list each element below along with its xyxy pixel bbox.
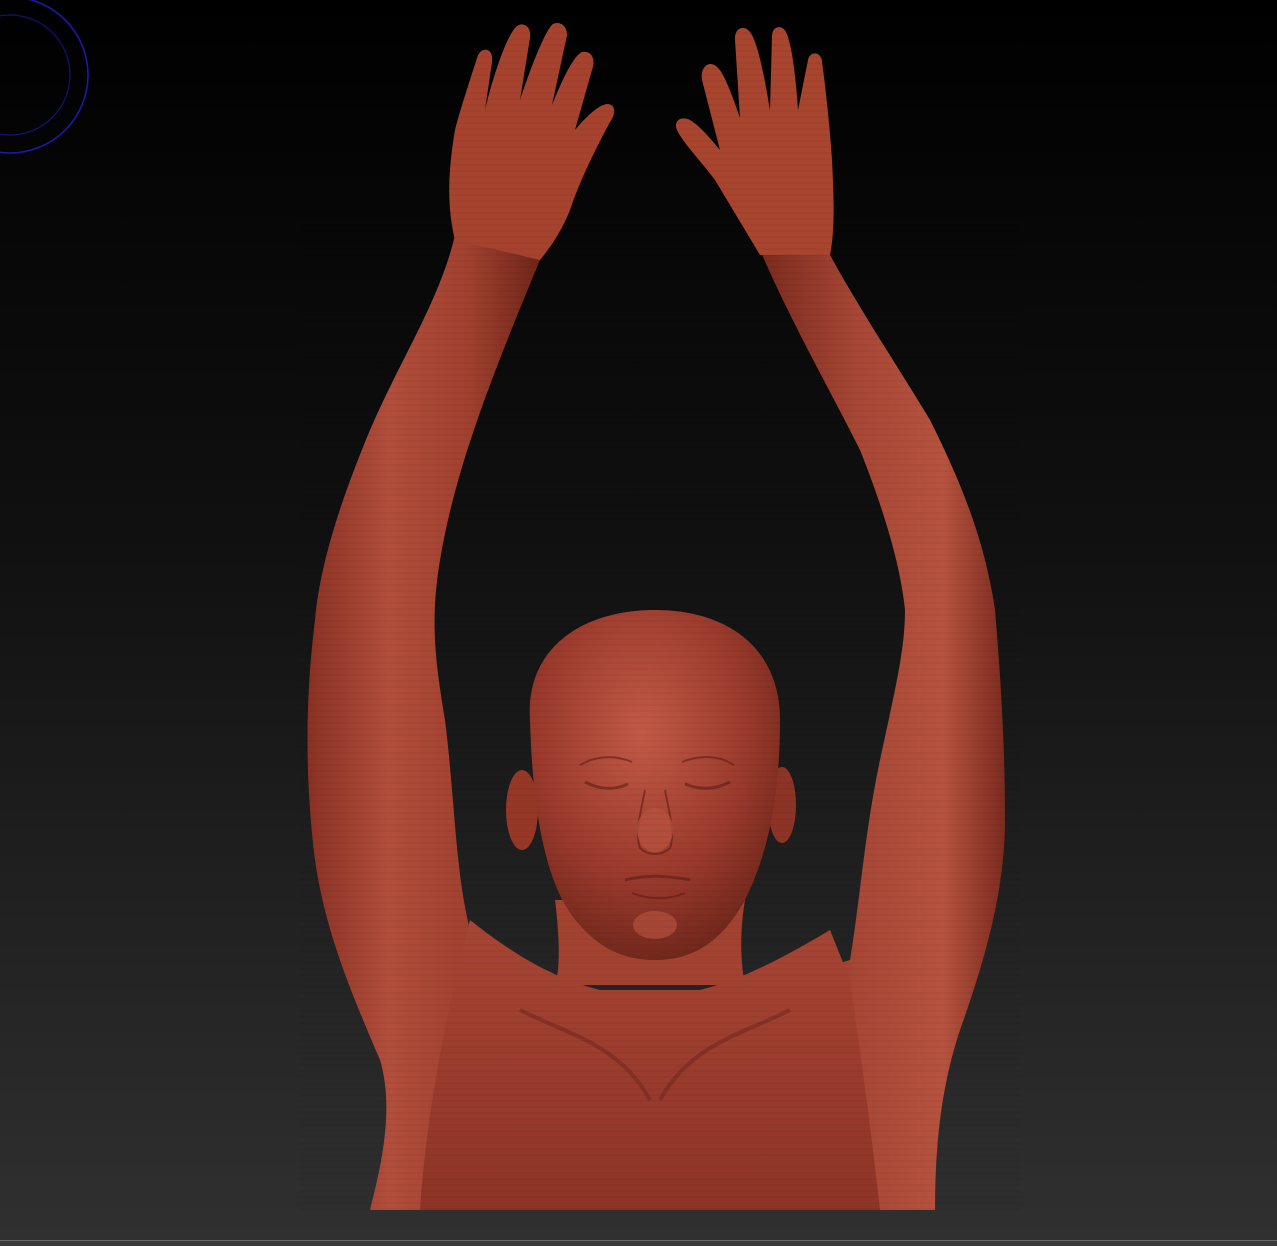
brush-cursor-icon bbox=[0, 0, 89, 154]
bottom-scrollbar[interactable] bbox=[0, 1240, 1277, 1246]
document-canvas[interactable] bbox=[0, 0, 1277, 1240]
sculpt-model[interactable] bbox=[0, 0, 1277, 1240]
